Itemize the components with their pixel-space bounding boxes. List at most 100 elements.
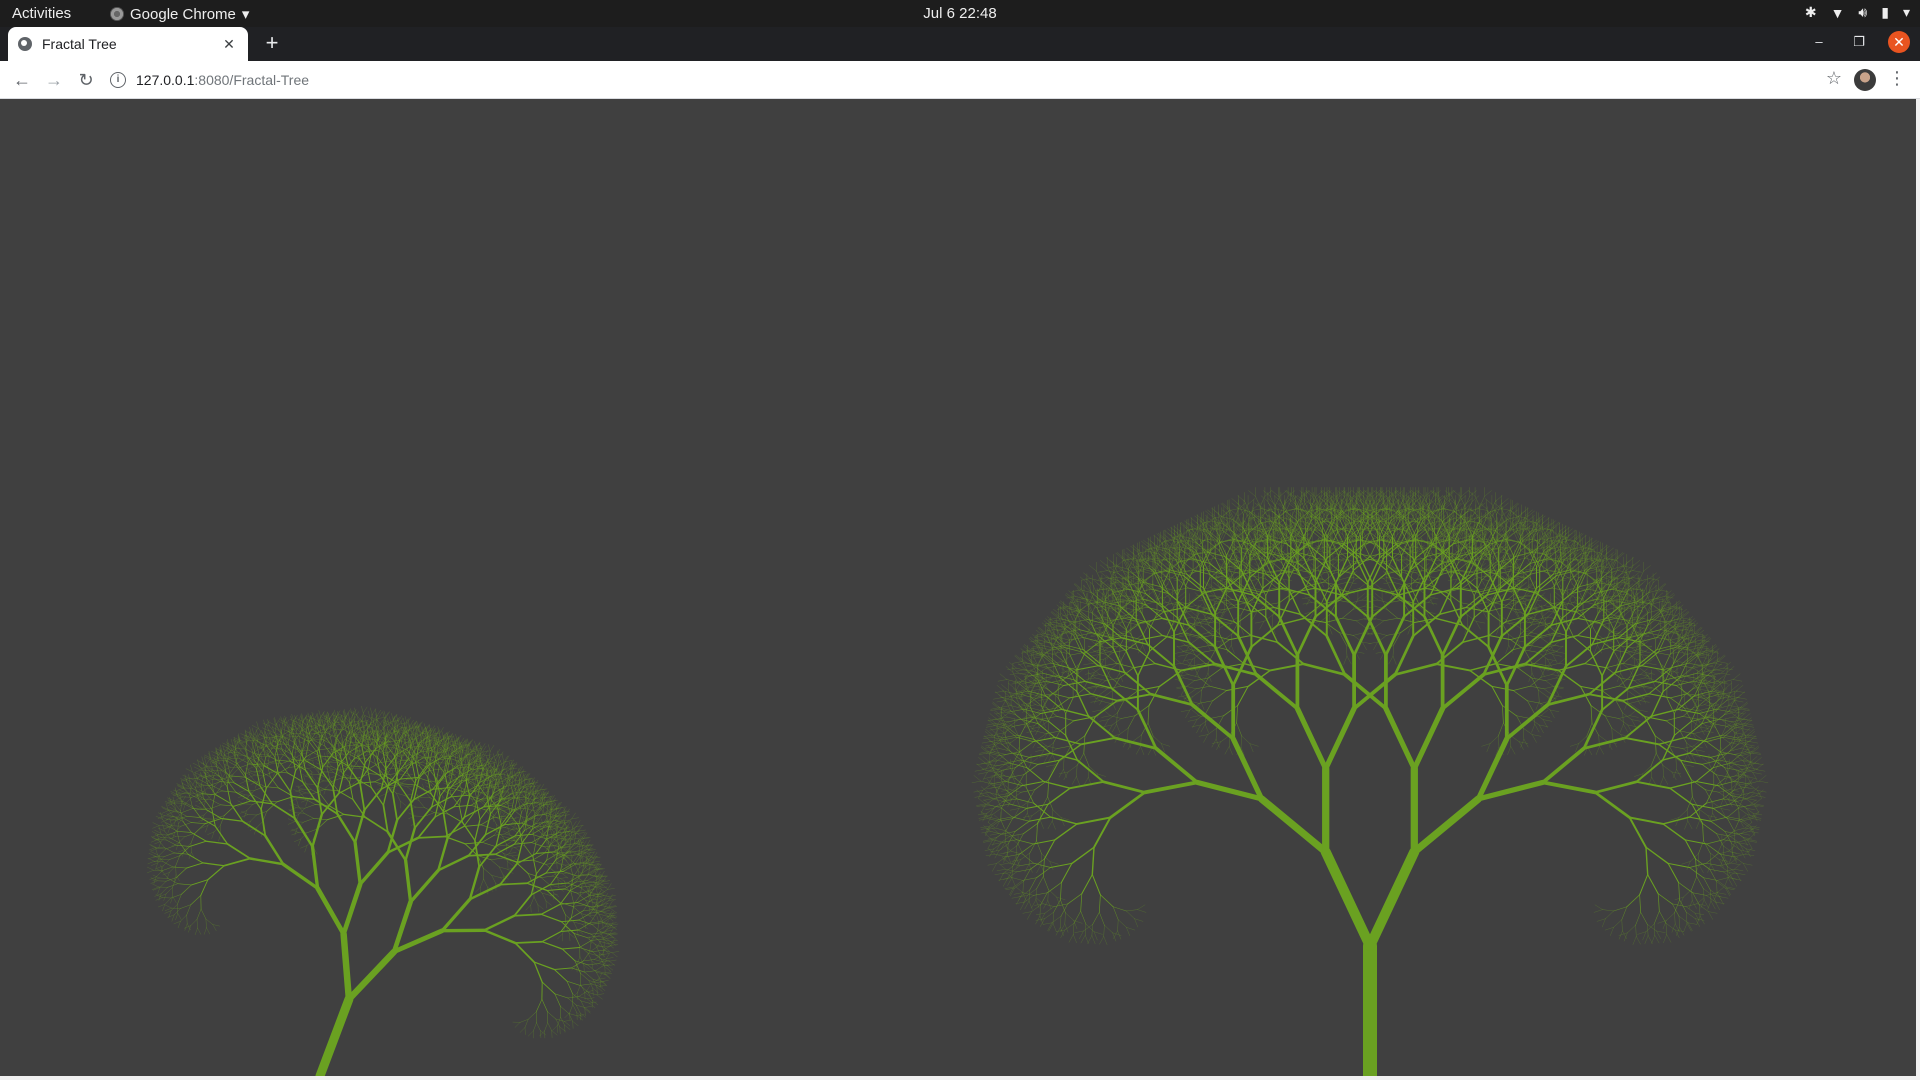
branch [244, 794, 254, 796]
branch [1083, 924, 1093, 932]
branch [350, 776, 360, 778]
branch [1087, 935, 1093, 944]
branch [1011, 763, 1013, 776]
branch [248, 765, 256, 769]
branch [557, 933, 563, 940]
info-icon[interactable]: i [110, 72, 126, 88]
branch [194, 784, 202, 788]
branch [1002, 737, 1017, 741]
branch [265, 774, 277, 789]
branch [535, 998, 543, 1013]
branch [463, 806, 485, 818]
branch [159, 881, 167, 888]
system-tray[interactable]: ✱ ▼ 🔊︎ ▮ ▾ [1805, 4, 1910, 21]
profile-avatar[interactable] [1854, 69, 1876, 91]
battery-icon: ▮ [1881, 4, 1889, 20]
branch [1013, 892, 1023, 895]
branch [1009, 708, 1025, 713]
branch [533, 896, 539, 905]
branch [1003, 732, 1009, 744]
branch [604, 974, 611, 979]
branch [560, 919, 580, 923]
branch [368, 749, 378, 751]
branch [256, 721, 259, 729]
branch [1016, 669, 1026, 672]
branch [291, 829, 299, 833]
branch [294, 723, 297, 731]
branch [980, 804, 986, 814]
branch [384, 712, 389, 719]
branch [571, 827, 573, 837]
branch [301, 713, 304, 721]
branch [1016, 736, 1034, 742]
branch [996, 869, 1006, 871]
branch [376, 750, 386, 753]
branch [173, 811, 183, 813]
chrome-icon [110, 7, 124, 21]
branch [1049, 861, 1054, 870]
app-menu[interactable]: Google Chrome ▾ [110, 5, 249, 23]
branch [190, 919, 198, 926]
fractal-canvas[interactable] [0, 99, 1916, 1076]
new-tab-button[interactable]: + [260, 32, 284, 56]
branch [1007, 775, 1013, 784]
branch [579, 945, 589, 954]
bookmark-star-icon[interactable]: ☆ [1826, 68, 1842, 89]
branch [1007, 877, 1013, 886]
branch [1036, 876, 1044, 889]
branch [1112, 932, 1117, 942]
branch [1073, 920, 1078, 929]
branch [474, 818, 481, 842]
branch [1080, 935, 1086, 944]
branch [540, 790, 543, 798]
branch [538, 791, 542, 799]
branch [173, 852, 189, 855]
branch [324, 789, 339, 792]
branch [385, 711, 390, 718]
branch [1137, 909, 1147, 913]
branch [994, 772, 1006, 782]
branch [184, 774, 188, 782]
branch [215, 794, 232, 804]
branch [577, 832, 585, 834]
activities-button[interactable]: Activities [12, 5, 71, 22]
forward-icon[interactable]: → [42, 68, 66, 92]
branch [1064, 912, 1066, 925]
branch [540, 913, 563, 923]
clock[interactable]: Jul 6 22:48 [923, 5, 996, 22]
branch [194, 927, 198, 935]
menu-kebab-icon[interactable]: ⋮ [1888, 68, 1906, 89]
branch [526, 882, 548, 892]
tab-fractal-tree[interactable]: Fractal Tree ✕ [8, 27, 248, 61]
branch [537, 904, 539, 913]
window-controls: – ❐ ✕ [1808, 31, 1910, 53]
branch [202, 762, 206, 770]
branch [1049, 861, 1059, 865]
minimize-icon[interactable]: – [1808, 31, 1830, 53]
back-icon[interactable]: ← [10, 68, 34, 92]
branch [586, 937, 596, 945]
branch [493, 814, 499, 820]
branch [287, 821, 295, 825]
reload-icon[interactable]: ↻ [74, 68, 98, 92]
branch [579, 879, 582, 887]
branch [491, 875, 501, 878]
branch [591, 960, 598, 966]
branch [530, 904, 532, 913]
branch [974, 769, 984, 772]
address-bar[interactable]: i 127.0.0.1:8080/Fractal-Tree [110, 65, 1810, 95]
branch [310, 789, 322, 795]
branch [1012, 723, 1027, 727]
branch [992, 783, 1002, 786]
restore-icon[interactable]: ❐ [1848, 31, 1870, 53]
branch [1042, 858, 1045, 877]
small-tree [146, 706, 620, 1076]
close-window-icon[interactable]: ✕ [1888, 31, 1910, 53]
branch [1016, 786, 1018, 799]
branch [397, 773, 407, 776]
branch [1008, 690, 1014, 701]
branch [978, 772, 988, 775]
branch [308, 755, 320, 760]
branch [165, 844, 177, 850]
close-tab-icon[interactable]: ✕ [220, 36, 238, 53]
